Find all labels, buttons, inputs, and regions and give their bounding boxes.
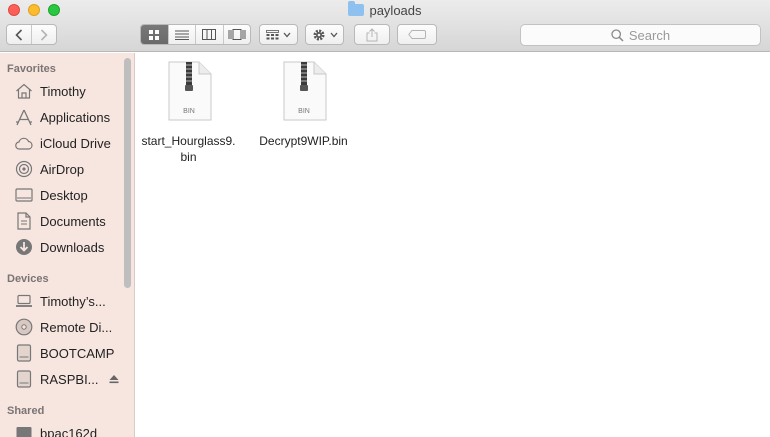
window-toolbar: payloads Search — [0, 0, 770, 52]
sidebar-item-label: Timothy — [40, 83, 86, 99]
sidebar-item-remote-disc[interactable]: Remote Di... — [14, 316, 120, 338]
file-type-label: BIN — [298, 108, 310, 115]
zip-document-icon: BIN — [283, 61, 326, 121]
columns-icon — [202, 29, 217, 40]
search-icon — [611, 28, 624, 42]
back-forward-buttons — [6, 24, 57, 45]
file-type-label: BIN — [183, 108, 195, 115]
cover-flow-icon — [228, 29, 246, 40]
sidebar-item-label: BOOTCAMP — [40, 345, 115, 361]
sidebar-item-timothy[interactable]: Timothy — [14, 80, 120, 102]
share-button[interactable] — [354, 24, 390, 45]
airdrop-icon — [14, 159, 34, 179]
sidebar-scrollbar[interactable] — [124, 58, 131, 288]
action-button[interactable] — [305, 24, 344, 45]
sidebar-section-favorites: Favorites — [7, 63, 56, 75]
icon-view-button[interactable] — [141, 25, 168, 44]
list-icon — [174, 30, 189, 40]
sidebar-item-timothys-mac[interactable]: Timothy’s... — [14, 290, 120, 312]
sidebar-item-icloud-drive[interactable]: iCloud Drive — [14, 132, 120, 154]
home-icon — [14, 81, 34, 101]
sidebar-item-label: bpac162d — [40, 425, 98, 437]
gear-icon — [313, 29, 324, 40]
sidebar-item-raspbian[interactable]: RASPBI... — [14, 368, 120, 390]
search-placeholder: Search — [628, 27, 671, 43]
sidebar-item-bootcamp[interactable]: BOOTCAMP — [14, 342, 120, 364]
computer-icon — [14, 423, 34, 437]
chevron-left-icon — [15, 28, 23, 41]
arrange-button[interactable] — [259, 24, 298, 45]
share-icon — [366, 27, 378, 41]
folder-icon — [348, 1, 365, 16]
file-item[interactable]: BIN Decrypt9WIP.bin — [246, 61, 361, 149]
chevron-down-icon — [330, 32, 337, 37]
downloads-icon — [14, 237, 34, 257]
sidebar-item-label: Downloads — [40, 239, 105, 255]
applications-icon — [14, 107, 34, 127]
list-view-button[interactable] — [167, 25, 196, 44]
cover-flow-view-button[interactable] — [222, 25, 251, 44]
drive-icon — [14, 343, 34, 363]
sidebar: Favorites Timothy Applications iCloud Dr… — [0, 53, 135, 437]
file-browser-content[interactable]: BIN start_Hourglass9. bin BIN Decrypt9WI… — [136, 53, 770, 437]
sidebar-item-documents[interactable]: Documents — [14, 210, 120, 232]
tag-icon — [408, 30, 426, 39]
sidebar-item-applications[interactable]: Applications — [14, 106, 120, 128]
file-name: start_Hourglass9. bin — [141, 134, 236, 164]
zip-document-icon: BIN — [168, 61, 211, 121]
window-title: payloads — [0, 1, 770, 20]
forward-button[interactable] — [31, 25, 56, 44]
file-item[interactable]: BIN start_Hourglass9. bin — [131, 61, 246, 165]
view-mode-switcher — [140, 24, 251, 45]
sidebar-item-label: iCloud Drive — [40, 135, 111, 151]
drive-icon — [14, 369, 34, 389]
sidebar-item-desktop[interactable]: Desktop — [14, 184, 120, 206]
sidebar-section-shared: Shared — [7, 405, 45, 417]
laptop-icon — [14, 291, 34, 311]
chevron-down-icon — [283, 32, 291, 37]
column-view-button[interactable] — [195, 25, 223, 44]
window-title-text: payloads — [369, 3, 422, 18]
sidebar-item-downloads[interactable]: Downloads — [14, 236, 120, 258]
sidebar-item-label: RASPBI... — [40, 371, 99, 387]
sidebar-item-airdrop[interactable]: AirDrop — [14, 158, 120, 180]
edit-tags-button[interactable] — [397, 24, 437, 45]
sidebar-item-label: Desktop — [40, 187, 88, 203]
sidebar-item-label: Applications — [40, 109, 111, 125]
back-button[interactable] — [7, 25, 31, 44]
file-name: Decrypt9WIP.bin — [259, 134, 348, 148]
sidebar-item-bpac162d[interactable]: bpac162d — [14, 422, 120, 437]
grid-icon — [149, 29, 160, 40]
desktop-icon — [14, 185, 34, 205]
eject-icon[interactable] — [109, 374, 119, 384]
documents-icon — [14, 211, 34, 231]
cloud-icon — [14, 133, 34, 153]
sidebar-section-devices: Devices — [7, 273, 49, 285]
sidebar-item-label: Remote Di... — [40, 319, 113, 335]
arrange-grid-icon — [266, 29, 279, 39]
sidebar-item-label: Timothy’s... — [40, 293, 106, 309]
search-input[interactable]: Search — [520, 24, 761, 46]
sidebar-item-label: AirDrop — [40, 161, 85, 177]
chevron-right-icon — [41, 28, 48, 41]
sidebar-item-label: Documents — [40, 213, 106, 229]
disc-icon — [14, 317, 34, 337]
